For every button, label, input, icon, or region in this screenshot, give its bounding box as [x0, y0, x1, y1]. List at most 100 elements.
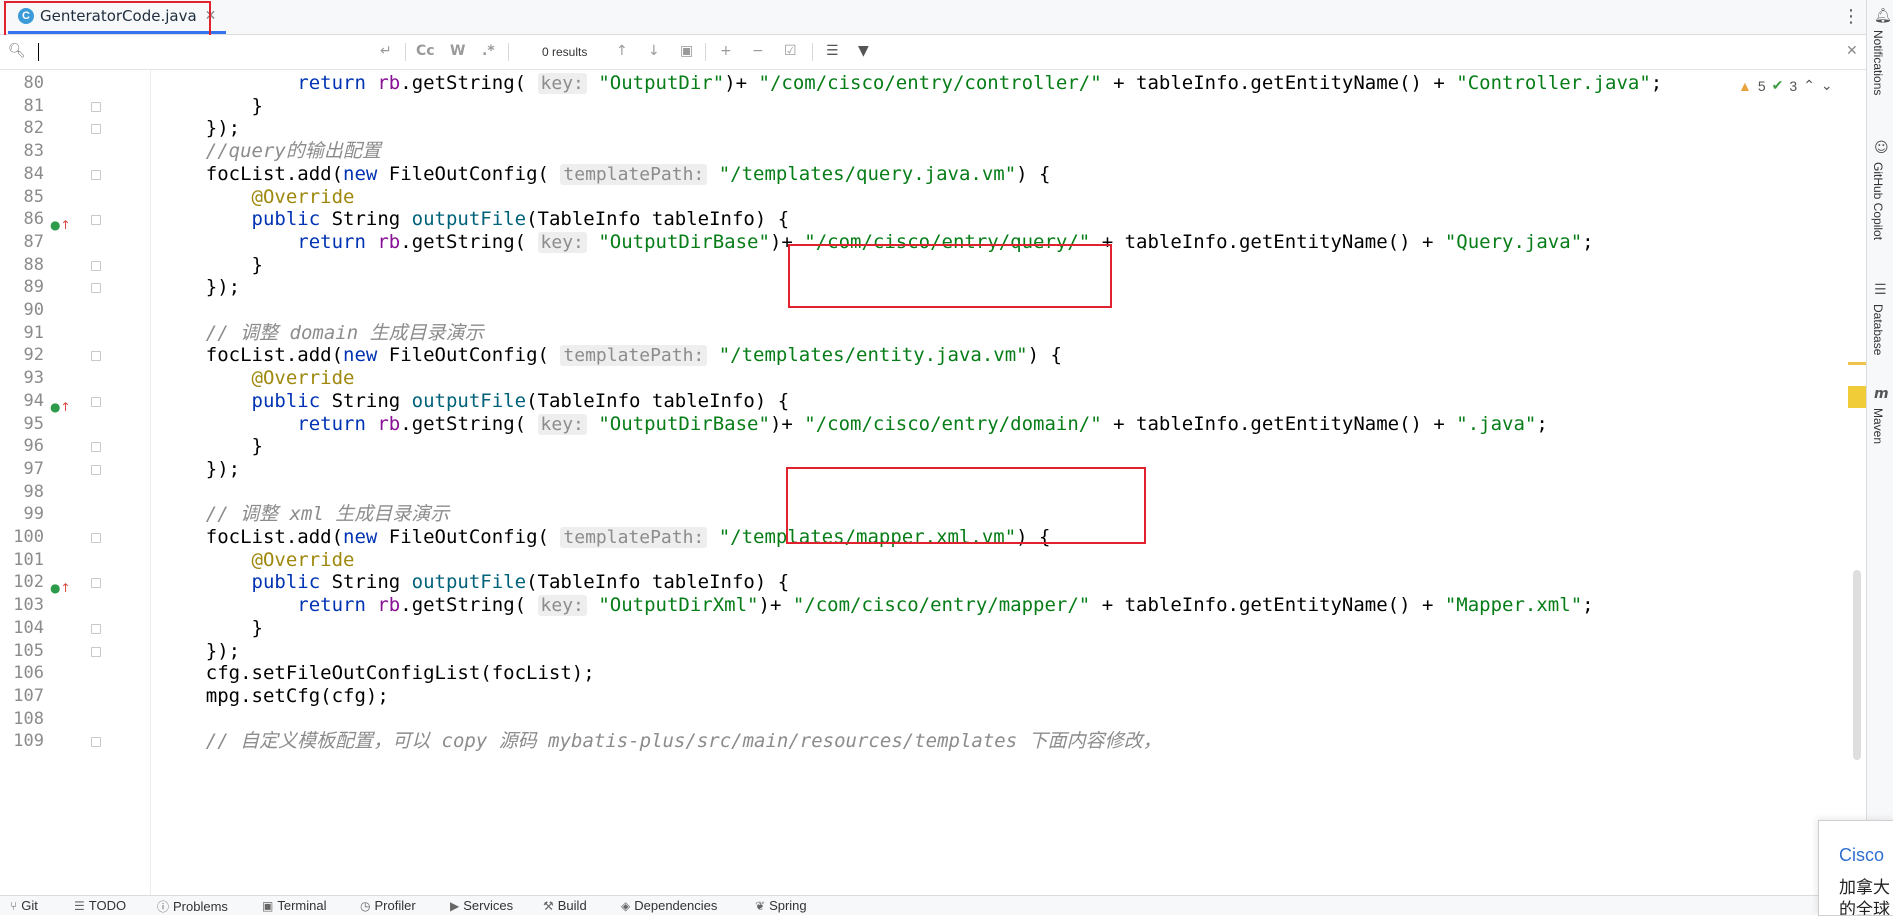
notification-popup[interactable]: Cisco 加拿大 的全球	[1818, 820, 1893, 916]
code-token: "/com/cisco/entry/query/"	[804, 230, 1091, 253]
code-token: "/com/cisco/entry/domain/"	[804, 412, 1102, 435]
tool-terminal[interactable]: ▣ Terminal	[262, 898, 326, 913]
inspections-widget[interactable]: ▲ 5 ✔ 3 ⌃ ⌄	[1738, 77, 1833, 94]
code-token: .getString(	[400, 412, 538, 435]
code-token: FileOutConfig(	[388, 344, 561, 367]
code-token: "OutputDirBase"	[598, 230, 770, 253]
select-all-icon[interactable]: ▣	[680, 43, 693, 59]
tool-github-copilot[interactable]: GitHub Copilot	[1871, 162, 1885, 240]
tool-label: Spring	[769, 898, 807, 913]
fold-marker-icon[interactable]	[91, 260, 101, 271]
code-token: .getString(	[400, 72, 538, 94]
vertical-scrollbar-thumb[interactable]	[1853, 570, 1861, 760]
regex-toggle[interactable]: .*	[482, 43, 495, 59]
search-icon[interactable]: 🔍︎	[8, 43, 26, 59]
code-token: outputFile	[411, 389, 527, 412]
code-token: public	[251, 208, 332, 231]
code-token: "Query.java"	[1444, 230, 1583, 253]
parameter-hint: key:	[537, 595, 587, 617]
fold-marker-icon[interactable]	[91, 124, 101, 135]
code-token: focList.add(	[160, 344, 344, 367]
code-token: rb	[377, 230, 401, 253]
tool-profiler[interactable]: ◷ Profiler	[360, 898, 416, 913]
code-token: ".java"	[1456, 412, 1537, 435]
fold-marker-icon[interactable]	[91, 464, 101, 475]
fold-marker-icon[interactable]	[91, 351, 101, 362]
close-icon[interactable]: ✕	[205, 8, 217, 24]
code-token: public	[251, 389, 332, 412]
tool-services[interactable]: ▶ Services	[450, 898, 513, 913]
parameter-hint: key:	[537, 231, 587, 253]
tool-git[interactable]: ⑂ Git	[10, 898, 38, 913]
code-token: @Override	[160, 367, 355, 390]
whole-word-toggle[interactable]: W	[450, 43, 465, 59]
fold-marker-icon[interactable]	[91, 396, 101, 407]
line-number[interactable]: 109	[0, 728, 44, 755]
chevron-down-icon[interactable]: ⌄	[1821, 77, 1833, 94]
arrow-down-icon[interactable]: ↓	[648, 43, 660, 59]
find-results-count: 0 results	[542, 45, 588, 59]
code-token: + tableInfo.getEntityName() +	[1090, 230, 1445, 253]
terminal-icon: ▣	[262, 899, 274, 913]
tool-build[interactable]: ⚒ Build	[543, 898, 587, 913]
fold-marker-icon[interactable]	[91, 215, 101, 226]
close-icon[interactable]: ✕	[1846, 43, 1858, 59]
fold-marker-icon[interactable]	[91, 737, 101, 748]
tool-dependencies[interactable]: ◈ Dependencies	[621, 898, 717, 913]
code-token: focList.add(	[160, 526, 344, 548]
code-token: });	[160, 457, 241, 480]
bell-icon: 🔔︎	[1874, 8, 1892, 24]
tool-label: Services	[463, 898, 514, 913]
maven-icon: m	[1874, 386, 1889, 402]
code-line[interactable]: 109 // 自定义模板配置，可以 copy 源码 mybatis-plus/s…	[0, 728, 1866, 755]
fold-marker-icon[interactable]	[91, 578, 101, 589]
tool-problems[interactable]: ⓘ Problems	[157, 898, 228, 915]
fold-marker-icon[interactable]	[91, 101, 101, 112]
select-occurrences-icon[interactable]: ☑	[784, 43, 797, 59]
find-bar: 🔍︎ ↵ Cc W .* 0 results ↑ ↓ ▣ + − ☑ ☰ ▼ ✕	[0, 35, 1866, 70]
add-occurrence-icon[interactable]: +	[720, 43, 732, 59]
code-token: ;	[1582, 230, 1594, 253]
code-editor[interactable]: 80 return rb.getString( key: "OutputDir"…	[0, 70, 1866, 895]
fold-marker-icon[interactable]	[91, 169, 101, 180]
code-text: // 自定义模板配置，可以 copy 源码 mybatis-plus/src/m…	[160, 728, 1162, 755]
tool-spring[interactable]: ❦ Spring	[755, 898, 807, 913]
code-token: String	[331, 389, 412, 412]
tool-maven[interactable]: Maven	[1871, 408, 1885, 444]
code-token: }	[160, 435, 263, 458]
divider	[812, 43, 813, 61]
code-token: ;	[1536, 412, 1548, 435]
copilot-icon: ☺	[1874, 140, 1889, 156]
filter-options-icon[interactable]: ☰	[826, 43, 839, 59]
filter-icon[interactable]: ▼	[858, 43, 869, 59]
code-token: //query的输出配置	[160, 140, 381, 163]
chevron-up-icon[interactable]: ⌃	[1803, 77, 1815, 94]
tab-genteratorcode-java[interactable]: C GenteratorCode.java ✕	[8, 0, 227, 34]
remove-occurrence-icon[interactable]: −	[752, 43, 764, 59]
tool-database[interactable]: Database	[1871, 304, 1885, 355]
code-token: // 自定义模板配置，可以 copy 源码 mybatis-plus/src/m…	[160, 730, 1162, 753]
tool-label: Build	[557, 898, 587, 913]
popup-title[interactable]: Cisco	[1839, 845, 1884, 866]
match-case-toggle[interactable]: Cc	[416, 43, 435, 59]
more-options-icon[interactable]: ⋮	[1842, 6, 1860, 27]
fold-marker-icon[interactable]	[91, 283, 101, 294]
fold-marker-icon[interactable]	[91, 442, 101, 453]
tool-notifications[interactable]: Notifications	[1871, 30, 1885, 95]
tool-todo[interactable]: ☰ TODO	[74, 898, 126, 913]
list-icon: ☰	[74, 899, 85, 913]
tab-label: GenteratorCode.java	[40, 6, 197, 25]
fold-marker-icon[interactable]	[91, 646, 101, 657]
history-icon[interactable]: ↵	[380, 43, 392, 59]
parameter-hint: templatePath:	[560, 527, 708, 548]
arrow-up-icon[interactable]: ↑	[616, 43, 628, 59]
code-token: // 调整 domain 生成目录演示	[160, 321, 484, 344]
fold-marker-icon[interactable]	[91, 623, 101, 634]
code-token: (TableInfo tableInfo) {	[526, 389, 790, 412]
fold-marker-icon[interactable]	[91, 533, 101, 543]
search-input[interactable]	[36, 39, 390, 67]
